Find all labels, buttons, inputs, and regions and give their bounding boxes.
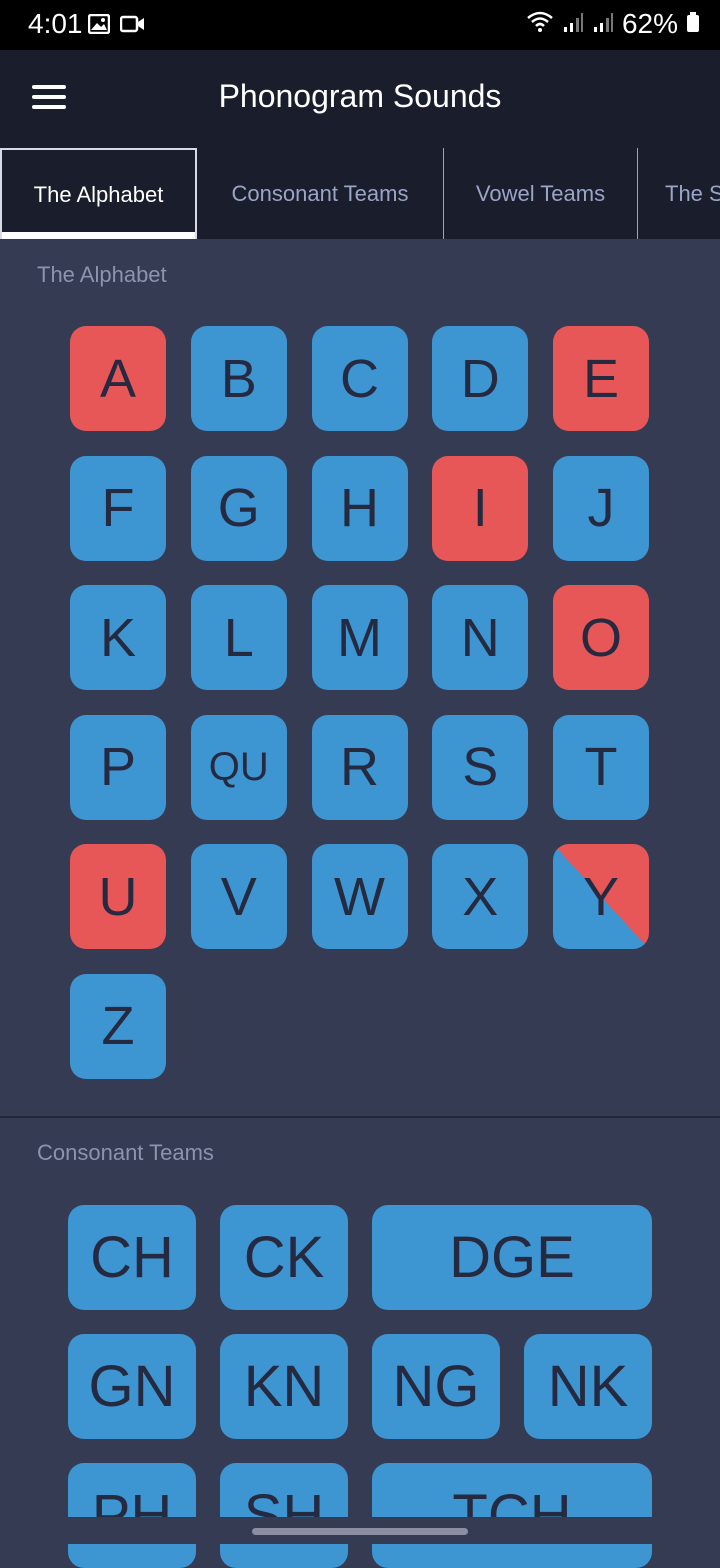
team-tile-ph[interactable]: PH xyxy=(68,1463,196,1568)
team-tile-tch[interactable]: TCH xyxy=(372,1463,652,1568)
letter-tile-b[interactable]: B xyxy=(190,326,287,431)
team-tile-ck[interactable]: CK xyxy=(220,1205,348,1310)
team-tile-sh[interactable]: SH xyxy=(220,1463,348,1568)
app-bar: Phonogram Sounds xyxy=(0,50,720,148)
tab-vowel-teams[interactable]: Vowel Teams xyxy=(444,148,637,239)
battery-icon xyxy=(686,11,700,38)
page-title: Phonogram Sounds xyxy=(218,78,502,114)
tab-the-s[interactable]: The S xyxy=(638,148,720,239)
gallery-icon xyxy=(87,13,111,39)
wifi-icon xyxy=(526,10,554,39)
letter-tile-f[interactable]: F xyxy=(70,455,166,561)
team-tile-kn[interactable]: KN xyxy=(220,1334,348,1439)
signal-icon xyxy=(562,11,584,38)
letter-tile-c[interactable]: C xyxy=(311,326,408,431)
letter-tile-a[interactable]: A xyxy=(70,326,166,431)
letter-tile-i[interactable]: I xyxy=(432,455,529,561)
letter-tile-y[interactable]: Y xyxy=(553,844,649,949)
status-time: 4:01 xyxy=(28,8,83,39)
section-title-alphabet: The Alphabet xyxy=(37,262,167,287)
letter-tile-j[interactable]: J xyxy=(553,455,649,561)
letter-tile-x[interactable]: X xyxy=(432,844,529,949)
section-title-consonant-teams: Consonant Teams xyxy=(37,1140,214,1165)
letter-tile-qu[interactable]: QU xyxy=(190,714,287,820)
home-indicator[interactable] xyxy=(252,1528,468,1535)
letter-tile-m[interactable]: M xyxy=(311,585,408,690)
status-bar: 4:01 62% xyxy=(0,0,720,50)
letter-tile-o[interactable]: O xyxy=(553,585,649,690)
section-divider xyxy=(0,1116,720,1118)
letter-tile-h[interactable]: H xyxy=(311,455,408,561)
team-tile-gn[interactable]: GN xyxy=(68,1334,196,1439)
letter-tile-r[interactable]: R xyxy=(311,714,408,820)
letter-tile-p[interactable]: P xyxy=(70,714,166,820)
team-tile-ch[interactable]: CH xyxy=(68,1205,196,1310)
team-tile-dge[interactable]: DGE xyxy=(372,1205,652,1310)
tab-consonant-teams[interactable]: Consonant Teams xyxy=(197,148,443,239)
letter-tile-z[interactable]: Z xyxy=(70,973,166,1079)
video-icon xyxy=(119,14,146,39)
battery-percent: 62% xyxy=(621,8,678,39)
team-tile-ng[interactable]: NG xyxy=(372,1334,500,1439)
letter-tile-v[interactable]: V xyxy=(190,844,287,949)
letter-tile-s[interactable]: S xyxy=(432,714,529,820)
letter-tile-w[interactable]: W xyxy=(311,844,408,949)
letter-tile-l[interactable]: L xyxy=(190,585,287,690)
letter-tile-t[interactable]: T xyxy=(553,714,649,820)
letter-tile-e[interactable]: E xyxy=(553,326,649,431)
letter-tile-g[interactable]: G xyxy=(190,455,287,561)
letter-tile-n[interactable]: N xyxy=(432,585,529,690)
tab-bar: The Alphabet Consonant Teams Vowel Teams… xyxy=(0,148,720,239)
tab-the-alphabet[interactable]: The Alphabet xyxy=(0,148,197,239)
signal-icon xyxy=(592,11,614,38)
team-tile-nk[interactable]: NK xyxy=(524,1334,652,1439)
letter-tile-u[interactable]: U xyxy=(70,844,166,949)
letter-tile-d[interactable]: D xyxy=(432,326,529,431)
letter-tile-k[interactable]: K xyxy=(70,585,166,690)
